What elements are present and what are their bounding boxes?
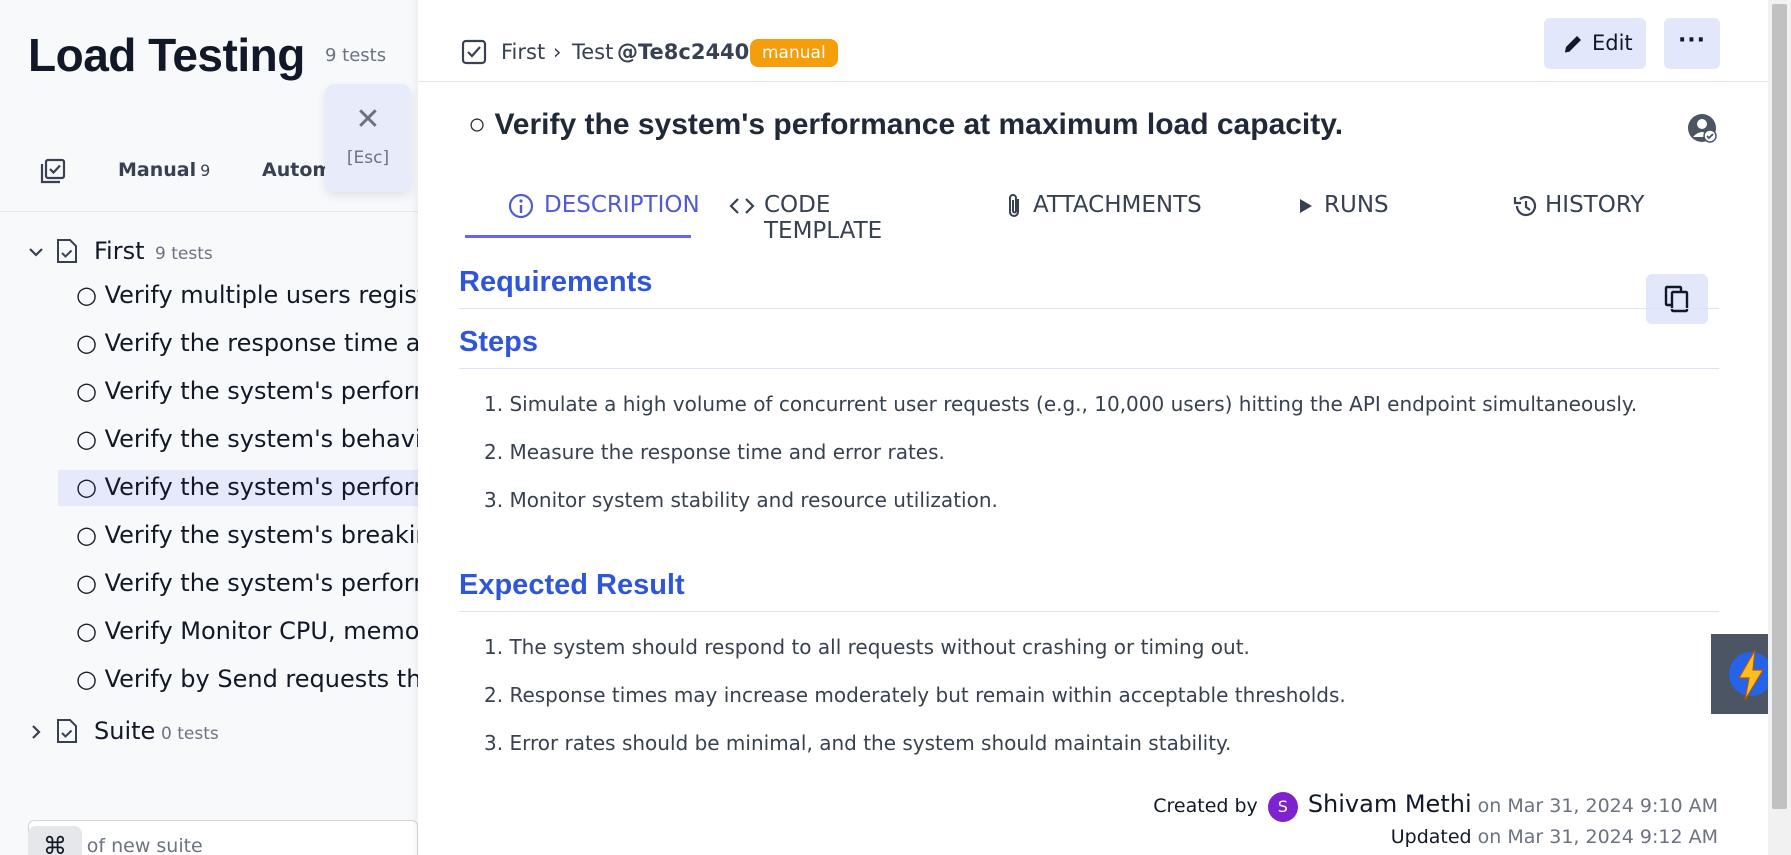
expected-item: 1. The system should respond to all requ… — [484, 635, 1250, 659]
avatar: S — [1267, 791, 1298, 822]
user-check-icon[interactable] — [1686, 112, 1718, 144]
test-row-label: ○ Verify the system's behavior — [76, 425, 418, 453]
play-icon — [1300, 199, 1312, 213]
history-icon — [1513, 195, 1537, 217]
test-row-label: ○ Verify by Send requests that — [76, 665, 418, 693]
chevron-right-icon[interactable] — [28, 720, 44, 745]
suite-file-icon — [57, 719, 77, 743]
filter-manual-count: 9 — [200, 161, 211, 180]
tab-label: RUNS — [1324, 192, 1389, 218]
suite-name: Suite — [94, 717, 156, 745]
updated-label: Updated — [1390, 826, 1472, 848]
expected-result-heading: Expected Result — [459, 569, 685, 601]
test-row-label: ○ Verify the response time and — [76, 329, 418, 357]
pencil-icon — [1564, 36, 1581, 53]
left-panel: Load Testing 9 tests Manual 9 Autom ✕ [Es… — [0, 0, 418, 855]
created-by: Created by S Shivam Methi on Mar 31, 2024 … — [1153, 790, 1718, 822]
breadcrumb-test: Test — [572, 40, 614, 64]
steps-heading: Steps — [459, 326, 538, 358]
new-suite-input[interactable]: e of new suite — [28, 820, 418, 855]
test-row[interactable]: ○ Verify the response time and — [58, 326, 418, 362]
tab-history[interactable]: HISTORY — [1511, 180, 1691, 238]
checklist-icon[interactable] — [38, 156, 68, 186]
info-icon — [508, 193, 534, 219]
test-row[interactable]: ○ Verify multiple users register — [58, 278, 418, 314]
scrollbar-thumb[interactable] — [1772, 4, 1787, 809]
test-title: ○ Verify the system's performance at max… — [468, 108, 1344, 141]
divider — [459, 308, 1719, 309]
edit-button-label: Edit — [1592, 31, 1633, 55]
created-label: Created by — [1153, 795, 1258, 817]
tab-attachments[interactable]: ATTACHMENTS — [1001, 180, 1221, 238]
author-name: Shivam Methi — [1307, 790, 1472, 818]
tab-bar: DESCRIPTION CODE TEMPLATE ATTACHMENTS RU… — [418, 180, 1768, 244]
test-row[interactable]: ○ Verify by Send requests that — [58, 662, 418, 698]
detail-header: First › Test @Te8c24402 manual Edit ··· — [418, 0, 1768, 82]
suite-first[interactable]: First 9 tests — [0, 232, 418, 272]
test-id: @Te8c24402 — [617, 40, 764, 64]
suite-file-icon — [57, 239, 77, 263]
project-test-count: 9 tests — [325, 45, 387, 66]
tab-runs[interactable]: RUNS — [1291, 180, 1431, 238]
created-date: on Mar 31, 2024 9:10 AM — [1477, 795, 1718, 817]
filter-automated[interactable]: Autom — [262, 159, 332, 181]
suite-name: First — [94, 237, 145, 265]
close-shortcut-label: [Esc] — [346, 148, 390, 168]
breadcrumb-suite[interactable]: First — [501, 40, 545, 64]
test-row[interactable]: ○ Verify the system's performa — [58, 566, 418, 602]
edit-button[interactable]: Edit — [1544, 18, 1646, 69]
step-item: 2. Measure the response time and error r… — [484, 440, 945, 464]
expected-item: 2. Response times may increase moderatel… — [484, 683, 1346, 707]
tab-label: CODE TEMPLATE — [764, 192, 883, 244]
command-key-icon[interactable]: ⌘ — [28, 826, 82, 855]
expected-item: 3. Error rates should be minimal, and th… — [484, 731, 1232, 755]
updated-date: on Mar 31, 2024 9:12 AM — [1477, 826, 1718, 848]
test-row[interactable]: ○ Verify the system's behavior — [58, 422, 418, 458]
suite-count: 0 tests — [161, 724, 219, 744]
test-detail-panel: First › Test @Te8c24402 manual Edit ··· … — [418, 0, 1768, 855]
tab-label: HISTORY — [1545, 192, 1645, 218]
test-row-label: ○ Verify multiple users register — [76, 281, 418, 309]
code-icon — [729, 198, 755, 214]
divider — [459, 611, 1719, 612]
close-button[interactable]: ✕ [Esc] — [325, 84, 411, 192]
project-title: Load Testing — [28, 29, 305, 81]
test-row[interactable]: ○ Verify Monitor CPU, memory, — [58, 614, 418, 650]
panel-divider — [410, 0, 418, 855]
test-row-selected[interactable]: ○ Verify the system's performa — [58, 470, 418, 506]
close-icon: ✕ — [355, 102, 381, 137]
breadcrumb-separator: › — [553, 40, 562, 64]
step-item: 1. Simulate a high volume of concurrent … — [484, 392, 1638, 416]
test-row-label: ○ Verify the system's performa — [76, 473, 418, 501]
checkbox-icon — [461, 39, 487, 65]
filter-manual-label: Manual — [118, 159, 197, 181]
test-row[interactable]: ○ Verify the system's performa — [58, 374, 418, 410]
more-options-button[interactable]: ··· — [1664, 18, 1720, 69]
type-badge: manual — [750, 39, 838, 67]
test-row-label: ○ Verify the system's performa — [76, 569, 418, 597]
test-row-label: ○ Verify Monitor CPU, memory, — [76, 617, 418, 645]
suite-count: 9 tests — [155, 244, 213, 264]
tab-label: ATTACHMENTS — [1033, 192, 1202, 218]
copy-button[interactable] — [1646, 274, 1708, 324]
tab-code-template[interactable]: CODE TEMPLATE — [728, 180, 948, 244]
updated-at: Updated on Mar 31, 2024 9:12 AM — [1391, 826, 1718, 848]
test-row[interactable]: ○ Verify the system's breaking — [58, 518, 418, 554]
requirements-heading: Requirements — [459, 266, 653, 298]
filter-manual[interactable]: Manual 9 — [118, 159, 210, 181]
test-row-label: ○ Verify the system's breaking — [76, 521, 418, 549]
chevron-down-icon[interactable] — [28, 240, 44, 265]
paperclip-icon — [1009, 194, 1019, 217]
scrollbar[interactable] — [1768, 0, 1791, 855]
new-suite-placeholder: e of new suite — [69, 835, 203, 855]
tab-label: DESCRIPTION — [544, 192, 700, 218]
test-row-label: ○ Verify the system's performa — [76, 377, 418, 405]
suite-suite[interactable]: Suite 0 tests — [0, 712, 418, 752]
tab-description[interactable]: DESCRIPTION — [465, 180, 700, 238]
divider — [459, 368, 1719, 369]
step-item: 3. Monitor system stability and resource… — [484, 488, 998, 512]
